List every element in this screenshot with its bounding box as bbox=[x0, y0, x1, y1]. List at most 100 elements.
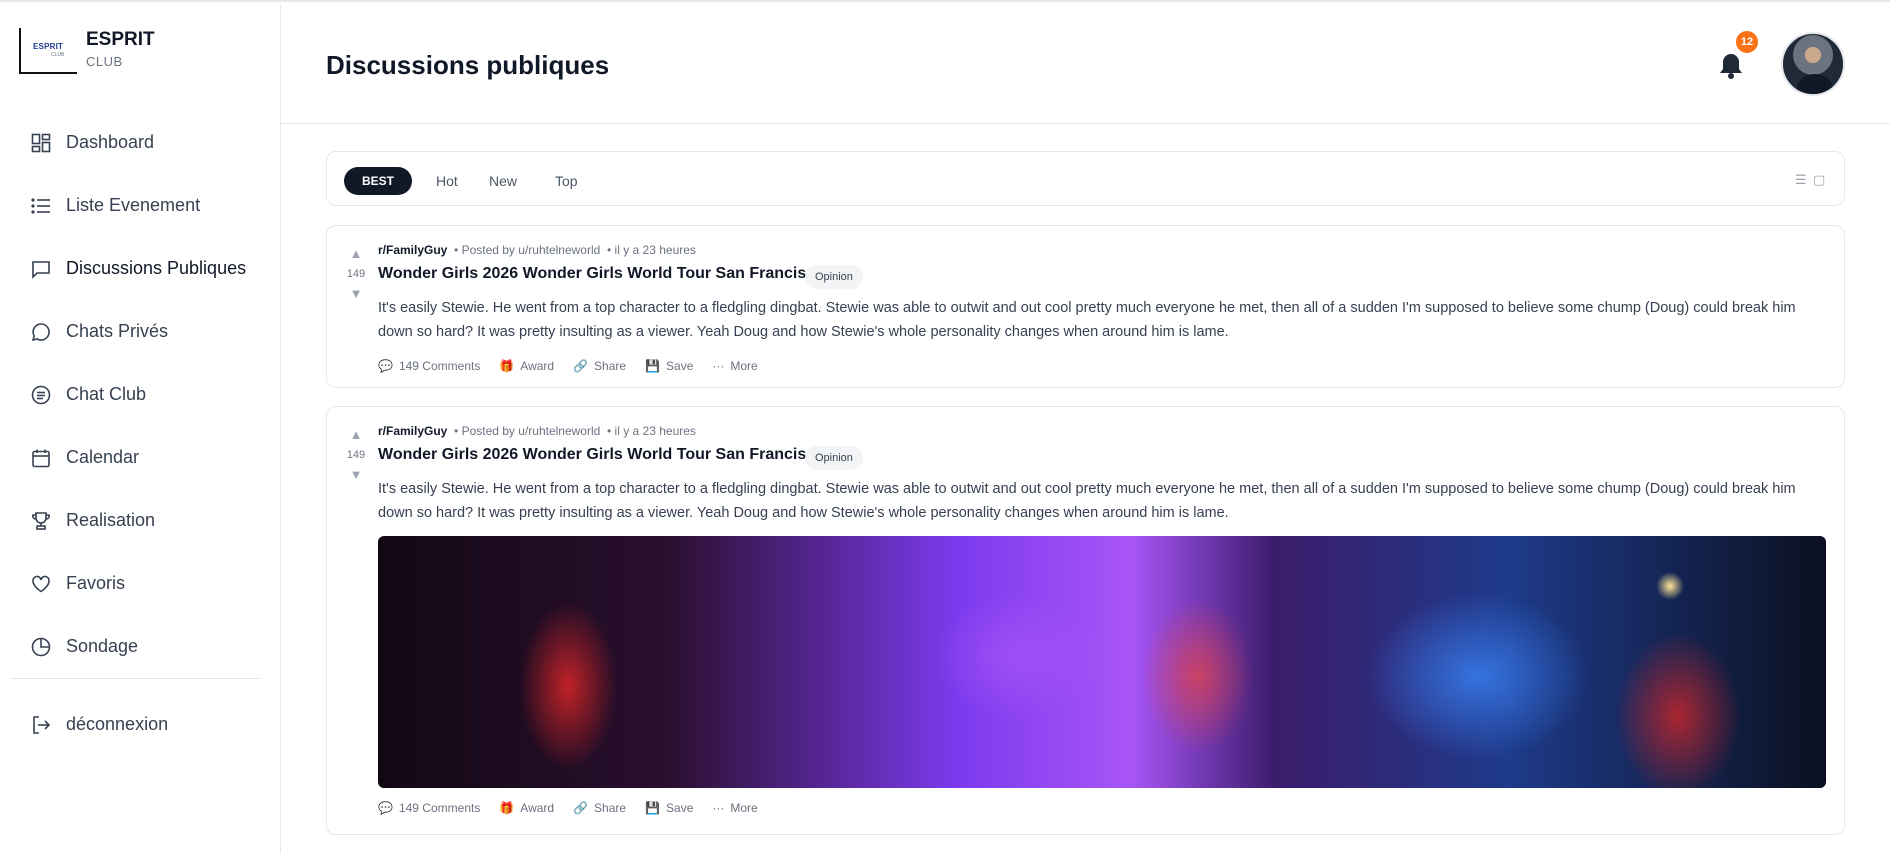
ellipsis-icon: ··· bbox=[712, 359, 725, 373]
sidebar-item-label: Dashboard bbox=[66, 132, 155, 152]
sidebar-item-chat-club[interactable]: Chat Club bbox=[0, 363, 281, 426]
sidebar-item-chats-prives[interactable]: Chats Privés bbox=[0, 300, 281, 363]
tab-top[interactable]: Top bbox=[537, 167, 596, 195]
sidebar-item-label: Favoris bbox=[66, 573, 126, 593]
sidebar-item-label: Calendar bbox=[66, 447, 140, 467]
post-actions: 💬 149 Comments 🎁 Award 🔗 Share 💾 Save ··· Mor… bbox=[378, 359, 777, 373]
chat-lines-icon bbox=[30, 384, 52, 406]
upvote-icon[interactable]: ▲ bbox=[341, 427, 371, 443]
share-label: Share bbox=[594, 801, 627, 815]
post-author: • Posted by u/ruhtelneworld bbox=[454, 243, 601, 257]
gift-icon: 🎁 bbox=[499, 359, 515, 373]
subreddit-link[interactable]: r/FamilyGuy bbox=[378, 424, 447, 438]
post-tag: Opinion bbox=[805, 446, 863, 470]
brand-logo: ESPRIT CLUB bbox=[19, 28, 77, 74]
page-header: Discussions publiques 12 bbox=[281, 5, 1890, 124]
comments-label: 149 Comments bbox=[398, 801, 481, 815]
vote-count: 149 bbox=[346, 268, 366, 280]
award-label: Award bbox=[520, 801, 555, 815]
pie-chart-icon bbox=[30, 636, 52, 658]
brand[interactable]: ESPRIT CLUB ESPRIT CLUB bbox=[19, 25, 259, 77]
post-title[interactable]: Wonder Girls 2026 Wonder Girls World Tou… bbox=[378, 265, 825, 283]
downvote-icon[interactable]: ▼ bbox=[341, 286, 371, 302]
downvote-icon[interactable]: ▼ bbox=[341, 467, 371, 483]
sidebar-item-label: Realisation bbox=[66, 510, 156, 530]
more-button[interactable]: ··· More bbox=[712, 359, 757, 373]
sidebar-item-favoris[interactable]: Favoris bbox=[0, 552, 281, 615]
post-meta: r/FamilyGuy • Posted by u/ruhtelneworld … bbox=[378, 424, 696, 438]
tab-new[interactable]: New bbox=[471, 167, 535, 195]
award-button[interactable]: 🎁 Award bbox=[499, 359, 554, 373]
sidebar-divider bbox=[10, 678, 260, 679]
post-image[interactable] bbox=[378, 536, 1826, 788]
sidebar-item-label: Chat Club bbox=[66, 384, 147, 404]
post-author: • Posted by u/ruhtelneworld bbox=[454, 424, 601, 438]
post-actions: 💬 149 Comments 🎁 Award 🔗 Share 💾 Save ··· Mor… bbox=[378, 801, 777, 815]
comment-icon: 💬 bbox=[378, 359, 393, 373]
sidebar-item-label: Chats Privés bbox=[66, 321, 169, 341]
subreddit-link[interactable]: r/FamilyGuy bbox=[378, 243, 447, 257]
share-button[interactable]: 🔗 Share bbox=[573, 801, 626, 815]
sidebar-item-discussions-publiques[interactable]: Discussions Publiques bbox=[0, 237, 281, 300]
sidebar-item-label: Liste Evenement bbox=[66, 195, 201, 215]
sidebar-item-dashboard[interactable]: Dashboard bbox=[0, 111, 281, 174]
vote-control: ▲ 149 ▼ bbox=[341, 246, 371, 302]
more-label: More bbox=[730, 801, 758, 815]
save-label: Save bbox=[666, 359, 694, 373]
upvote-icon[interactable]: ▲ bbox=[341, 246, 371, 262]
post-meta: r/FamilyGuy • Posted by u/ruhtelneworld … bbox=[378, 243, 696, 257]
notification-bell-icon[interactable] bbox=[1717, 51, 1747, 81]
more-button[interactable]: ··· More bbox=[712, 801, 757, 815]
save-button[interactable]: 💾 Save bbox=[645, 801, 693, 815]
list-icon bbox=[30, 195, 52, 217]
sidebar-item-label: Sondage bbox=[66, 636, 139, 656]
brand-subtitle: CLUB bbox=[86, 54, 123, 69]
heart-icon bbox=[30, 573, 52, 595]
sidebar-item-calendar[interactable]: Calendar bbox=[0, 426, 281, 489]
user-avatar[interactable] bbox=[1781, 32, 1845, 96]
award-button[interactable]: 🎁 Award bbox=[499, 801, 554, 815]
sidebar-item-realisation[interactable]: Realisation bbox=[0, 489, 281, 552]
save-button[interactable]: 💾 Save bbox=[645, 359, 693, 373]
share-button[interactable]: 🔗 Share bbox=[573, 359, 626, 373]
sidebar: ESPRIT CLUB ESPRIT CLUB Dashboard Liste … bbox=[0, 5, 281, 853]
gift-icon: 🎁 bbox=[499, 801, 515, 815]
vote-control: ▲ 149 ▼ bbox=[341, 427, 371, 483]
award-label: Award bbox=[520, 359, 555, 373]
logout-button[interactable]: déconnexion bbox=[0, 693, 281, 756]
page-title: Discussions publiques bbox=[326, 50, 610, 80]
post-body: It's easily Stewie. He went from a top c… bbox=[378, 481, 1796, 521]
sidebar-nav: Dashboard Liste Evenement Discussions Pu… bbox=[0, 111, 281, 678]
brand-logo-subtext: CLUB bbox=[51, 52, 65, 58]
sort-filter-bar: BEST Hot New Top ☰ ▢ bbox=[326, 151, 1845, 206]
ellipsis-icon: ··· bbox=[712, 801, 725, 815]
sidebar-item-liste-evenement[interactable]: Liste Evenement bbox=[0, 174, 281, 237]
dashboard-icon bbox=[30, 132, 52, 154]
link-icon: 🔗 bbox=[573, 801, 589, 815]
post-title[interactable]: Wonder Girls 2026 Wonder Girls World Tou… bbox=[378, 446, 825, 464]
tab-best[interactable]: BEST bbox=[344, 167, 413, 195]
save-label: Save bbox=[666, 801, 694, 815]
post-body: It's easily Stewie. He went from a top c… bbox=[378, 300, 1796, 340]
card-view-icon[interactable]: ▢ bbox=[1813, 172, 1825, 188]
list-view-icon[interactable]: ☰ bbox=[1795, 172, 1807, 188]
more-label: More bbox=[730, 359, 758, 373]
floppy-icon: 💾 bbox=[645, 801, 661, 815]
comment-icon: 💬 bbox=[378, 801, 393, 815]
post-tag: Opinion bbox=[805, 265, 863, 289]
tab-hot[interactable]: Hot bbox=[418, 167, 476, 195]
calendar-icon bbox=[30, 447, 52, 469]
link-icon: 🔗 bbox=[573, 359, 589, 373]
sidebar-item-label: Discussions Publiques bbox=[66, 258, 247, 278]
floppy-icon: 💾 bbox=[645, 359, 661, 373]
post-card[interactable]: ▲ 149 ▼ r/FamilyGuy • Posted by u/ruhtel… bbox=[326, 225, 1845, 388]
post-time: • il y a 23 heures bbox=[607, 243, 696, 257]
vote-count: 149 bbox=[346, 449, 366, 461]
comments-button[interactable]: 💬 149 Comments bbox=[378, 359, 480, 373]
sidebar-item-sondage[interactable]: Sondage bbox=[0, 615, 281, 678]
logout-label: déconnexion bbox=[66, 714, 169, 734]
comments-button[interactable]: 💬 149 Comments bbox=[378, 801, 480, 815]
post-time: • il y a 23 heures bbox=[607, 424, 696, 438]
message-square-icon bbox=[30, 258, 52, 280]
post-card[interactable]: ▲ 149 ▼ r/FamilyGuy • Posted by u/ruhtel… bbox=[326, 406, 1845, 835]
